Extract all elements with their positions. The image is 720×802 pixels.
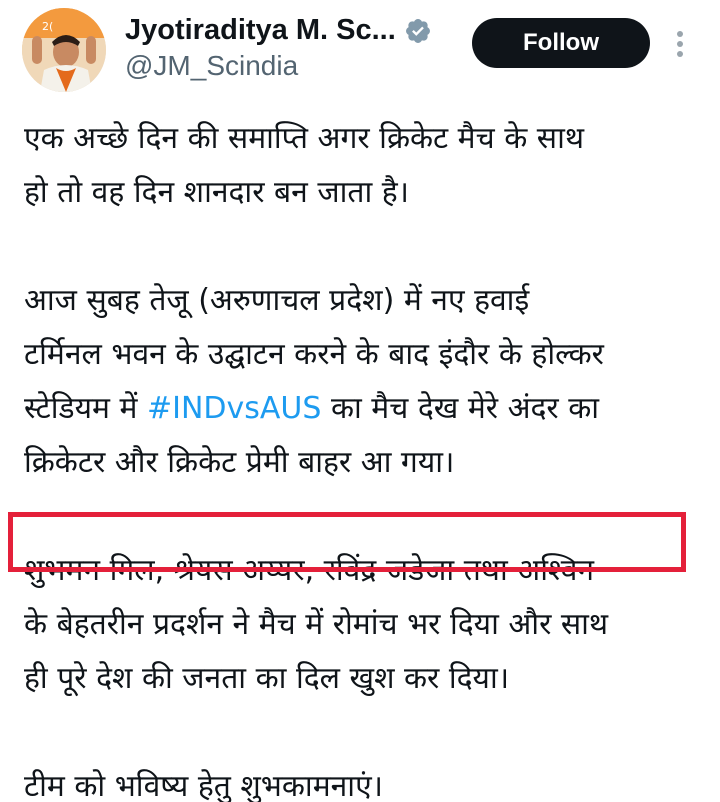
- tweet-text-segment: का मैच देख मेरे अंदर का: [321, 391, 600, 426]
- tweet-header: 2( Jyotiraditya M. Sc... @JM_Scindia Fol…: [0, 0, 720, 100]
- avatar-photo: 2(: [22, 8, 106, 92]
- tweet-text-segment: स्टेडियम में: [24, 391, 147, 426]
- vertical-ellipsis-icon[interactable]: [664, 24, 696, 64]
- user-handle[interactable]: @JM_Scindia: [125, 50, 298, 82]
- tweet-line: के बेहतरीन प्रदर्शन ने मैच में रोमांच भर…: [24, 607, 609, 642]
- tweet-line: टर्मिनल भवन के उद्घाटन करने के बाद इंदौर…: [24, 337, 604, 372]
- tweet-line: टीम को भविष्य हेतु शुभकामनाएं।: [24, 769, 384, 802]
- hashtag-link[interactable]: #INDvsAUS: [147, 391, 321, 426]
- tweet-line: क्रिकेटर और क्रिकेट प्रेमी बाहर आ गया।: [24, 445, 455, 480]
- tweet-line-with-hashtag: स्टेडियम में #INDvsAUS का मैच देख मेरे अ…: [24, 382, 704, 436]
- tweet-line: एक अच्छे दिन की समाप्ति अगर क्रिकेट मैच …: [24, 121, 585, 156]
- follow-button[interactable]: Follow: [472, 18, 650, 68]
- tweet-line: आज सुबह तेजू (अरुणाचल प्रदेश) में नए हवा…: [24, 283, 530, 318]
- tweet-line-highlighted: शुभमन गिल, श्रेयस अय्यर, रविंद्र जडेजा त…: [24, 553, 595, 588]
- tweet-page: 2( Jyotiraditya M. Sc... @JM_Scindia Fol…: [0, 0, 720, 802]
- svg-text:2(: 2(: [42, 20, 53, 33]
- display-name[interactable]: Jyotiraditya M. Sc...: [125, 14, 396, 47]
- name-row: Jyotiraditya M. Sc...: [125, 14, 432, 47]
- verified-badge-icon: [404, 17, 432, 45]
- tweet-line: ही पूरे देश की जनता का दिल खुश कर दिया।: [24, 661, 510, 696]
- tweet-text: एक अच्छे दिन की समाप्ति अगर क्रिकेट मैच …: [24, 112, 704, 802]
- tweet-line: हो तो वह दिन शानदार बन जाता है।: [24, 175, 410, 210]
- avatar[interactable]: 2(: [22, 8, 106, 92]
